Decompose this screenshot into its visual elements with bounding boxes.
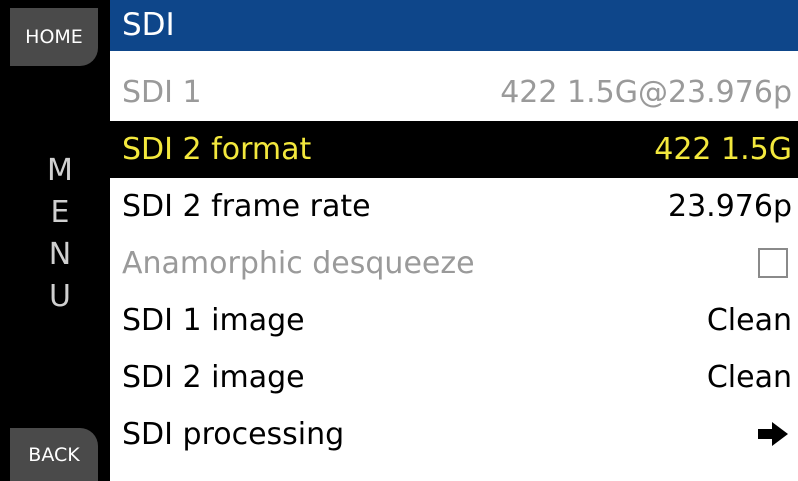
menu-item-sdi-1: SDI 1 422 1.5G@23.976p: [110, 64, 798, 121]
menu-item-label: SDI processing: [122, 417, 345, 452]
menu-item-label: SDI 2 image: [122, 360, 305, 395]
page-title: SDI: [122, 7, 175, 43]
menu-item-label: Anamorphic desqueeze: [122, 246, 475, 281]
arrow-right-icon: [758, 422, 788, 446]
anamorphic-desqueeze-checkbox: [758, 248, 788, 278]
side-bar: HOME M E N U BACK: [0, 0, 110, 481]
menu-item-sdi-processing[interactable]: SDI processing: [110, 406, 798, 463]
home-button[interactable]: HOME: [10, 8, 98, 66]
menu-item-value: Clean: [706, 360, 792, 395]
menu-item-sdi-2-format[interactable]: SDI 2 format 422 1.5G: [110, 121, 798, 178]
menu-item-value: 23.976p: [667, 189, 792, 224]
menu-letter: M: [47, 153, 73, 188]
menu-letter: U: [49, 279, 71, 314]
menu-item-label: SDI 1 image: [122, 303, 305, 338]
menu-item-sdi-2-frame-rate[interactable]: SDI 2 frame rate 23.976p: [110, 178, 798, 235]
menu-letter: E: [50, 195, 70, 230]
menu-item-label: SDI 2 format: [122, 132, 312, 167]
menu-vertical-label: M E N U: [45, 150, 75, 318]
menu-item-label: SDI 1: [122, 75, 202, 110]
menu-item-value: 422 1.5G: [654, 132, 792, 167]
menu-item-anamorphic-desqueeze: Anamorphic desqueeze: [110, 235, 798, 292]
menu-letter: N: [48, 237, 72, 272]
menu-item-sdi-2-image[interactable]: SDI 2 image Clean: [110, 349, 798, 406]
menu-item-value: 422 1.5G@23.976p: [500, 75, 792, 110]
back-button[interactable]: BACK: [10, 428, 98, 481]
sdi-menu-screen: HOME M E N U BACK SDI SDI 1 422 1.5G@23.…: [0, 0, 798, 481]
title-bar: SDI: [110, 0, 798, 51]
menu-item-label: SDI 2 frame rate: [122, 189, 371, 224]
menu-item-value: Clean: [706, 303, 792, 338]
menu-item-sdi-1-image[interactable]: SDI 1 image Clean: [110, 292, 798, 349]
menu-list: SDI 1 422 1.5G@23.976p SDI 2 format 422 …: [110, 64, 798, 463]
